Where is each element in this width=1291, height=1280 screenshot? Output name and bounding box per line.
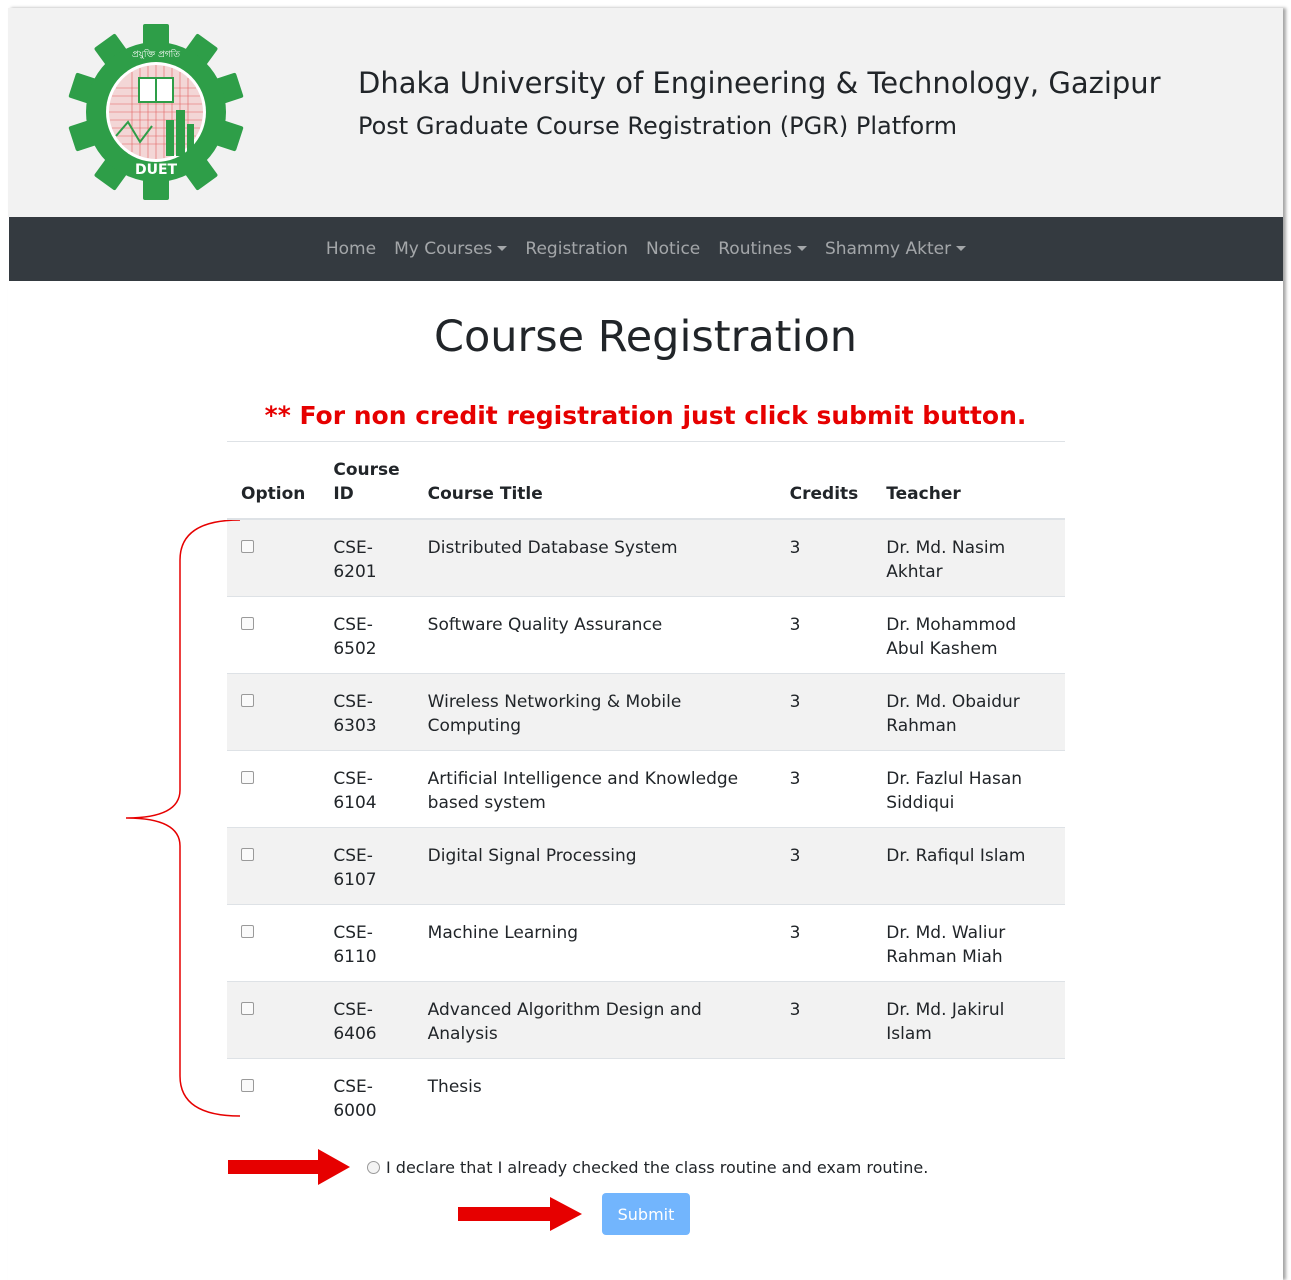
course-id-cell: CSE-6110 (319, 904, 414, 982)
nav-user-label: Shammy Akter (824, 239, 952, 259)
course-id-cell: CSE-6104 (319, 750, 414, 828)
nav-routines-dropdown[interactable]: Routines (718, 239, 807, 259)
annotation-arrow-icon (458, 1197, 582, 1231)
caret-down-icon (956, 246, 967, 251)
header-option: Option (227, 442, 320, 520)
course-id-cell: CSE-6107 (319, 827, 414, 905)
course-table-body: CSE-6201 Distributed Database System 3 D… (227, 519, 1065, 1135)
course-id-cell: CSE-6406 (319, 981, 414, 1059)
declaration-radio[interactable] (367, 1161, 380, 1174)
teacher-cell: Dr. Md. Nasim Akhtar (886, 538, 1006, 582)
course-title-cell: Artificial Intelligence and Knowledge ba… (413, 750, 776, 828)
caret-down-icon (796, 246, 807, 251)
header-credits: Credits (775, 442, 873, 520)
course-id-cell: CSE-6303 (319, 673, 414, 751)
table-row: CSE-6303 Wireless Networking & Mobile Co… (227, 673, 1065, 751)
caret-down-icon (497, 246, 508, 251)
nav-my-courses-dropdown[interactable]: My Courses (394, 239, 508, 259)
non-credit-notice: ** For non credit registration just clic… (264, 401, 1027, 430)
site-header: DUET প্রযুক্তি প্রগতি Dhaka University o… (8, 8, 1283, 217)
table-row: CSE-6406 Advanced Algorithm Design and A… (227, 981, 1065, 1059)
credits-cell: 3 (775, 673, 873, 751)
course-title-cell: Thesis (413, 1058, 776, 1135)
course-id-cell: CSE-6201 (333, 538, 377, 582)
declaration-row: I declare that I already checked the cla… (367, 1158, 928, 1177)
table-row: CSE-6502 Software Quality Assurance 3 Dr… (227, 596, 1065, 674)
header-row: Option Course ID Course Title Credits Te… (227, 442, 1065, 520)
nav-menu: Home My Courses Registration Notice Rout… (9, 217, 1283, 281)
course-title-cell: Distributed Database System (427, 538, 678, 558)
table-row: CSE-6110 Machine Learning 3 Dr. Md. Wali… (227, 904, 1065, 982)
table-row: CSE-6201 Distributed Database System 3 D… (227, 519, 1065, 597)
teacher-cell: Dr. Mohammod Abul Kashem (872, 596, 1065, 674)
teacher-cell: Dr. Fazlul Hasan Siddiqui (872, 750, 1065, 828)
nav-home[interactable]: Home (326, 239, 376, 259)
credits-cell: 3 (775, 904, 873, 982)
course-table-header: Option Course ID Course Title Credits Te… (227, 442, 1065, 520)
course-id-cell: CSE-6502 (319, 596, 414, 674)
teacher-cell (872, 1058, 1065, 1135)
credits-cell: 3 (789, 538, 801, 558)
declaration-text: I declare that I already checked the cla… (386, 1158, 929, 1177)
teacher-cell: Dr. Md. Waliur Rahman Miah (872, 904, 1065, 982)
course-title-cell: Software Quality Assurance (413, 596, 776, 674)
course-table-wrapper: Option Course ID Course Title Credits Te… (227, 441, 1065, 1135)
credits-cell: 3 (775, 596, 873, 674)
teacher-cell: Dr. Md. Obaidur Rahman (872, 673, 1065, 751)
course-title-cell: Wireless Networking & Mobile Computing (413, 673, 776, 751)
table-row: CSE-6104 Artificial Intelligence and Kno… (227, 750, 1065, 828)
credits-cell (775, 1058, 873, 1135)
teacher-cell: Dr. Rafiqul Islam (872, 827, 1065, 905)
platform-name: Post Graduate Course Registration (PGR) … (358, 112, 958, 140)
nav-my-courses-label: My Courses (394, 239, 493, 259)
duet-logo-icon: DUET প্রযুক্তি প্রগতি (68, 24, 244, 200)
course-table: Option Course ID Course Title Credits Te… (227, 442, 1065, 1135)
nav-registration[interactable]: Registration (525, 239, 628, 259)
course-title-cell: Digital Signal Processing (413, 827, 776, 905)
teacher-cell: Dr. Md. Jakirul Islam (872, 981, 1065, 1059)
navbar: Home My Courses Registration Notice Rout… (9, 217, 1283, 281)
credits-cell: 3 (775, 827, 873, 905)
header-course-id: Course ID (319, 442, 414, 520)
annotation-brace-icon (126, 520, 241, 1117)
svg-text:DUET: DUET (135, 162, 178, 178)
nav-user-dropdown[interactable]: Shammy Akter (824, 239, 967, 259)
page-frame: DUET প্রযুক্তি প্রগতি Dhaka University o… (8, 8, 1283, 1280)
credits-cell: 3 (775, 750, 873, 828)
svg-text:প্রযুক্তি প্রগতি: প্রযুক্তি প্রগতি (132, 49, 180, 60)
table-row: CSE-6107 Digital Signal Processing 3 Dr.… (227, 827, 1065, 905)
header-teacher: Teacher (872, 442, 1065, 520)
nav-routines-label: Routines (718, 239, 792, 259)
page-title: Course Registration (433, 312, 858, 362)
course-title-cell: Machine Learning (413, 904, 776, 982)
annotation-arrow-icon (228, 1149, 350, 1185)
course-id-cell: CSE-6000 (319, 1058, 414, 1135)
university-name: Dhaka University of Engineering & Techno… (358, 66, 1161, 100)
credits-cell: 3 (775, 981, 873, 1059)
table-row: CSE-6000 Thesis (227, 1058, 1065, 1135)
course-title-cell: Advanced Algorithm Design and Analysis (413, 981, 776, 1059)
nav-notice[interactable]: Notice (646, 239, 700, 259)
submit-button[interactable]: Submit (602, 1193, 690, 1235)
header-course-title: Course Title (413, 442, 776, 520)
